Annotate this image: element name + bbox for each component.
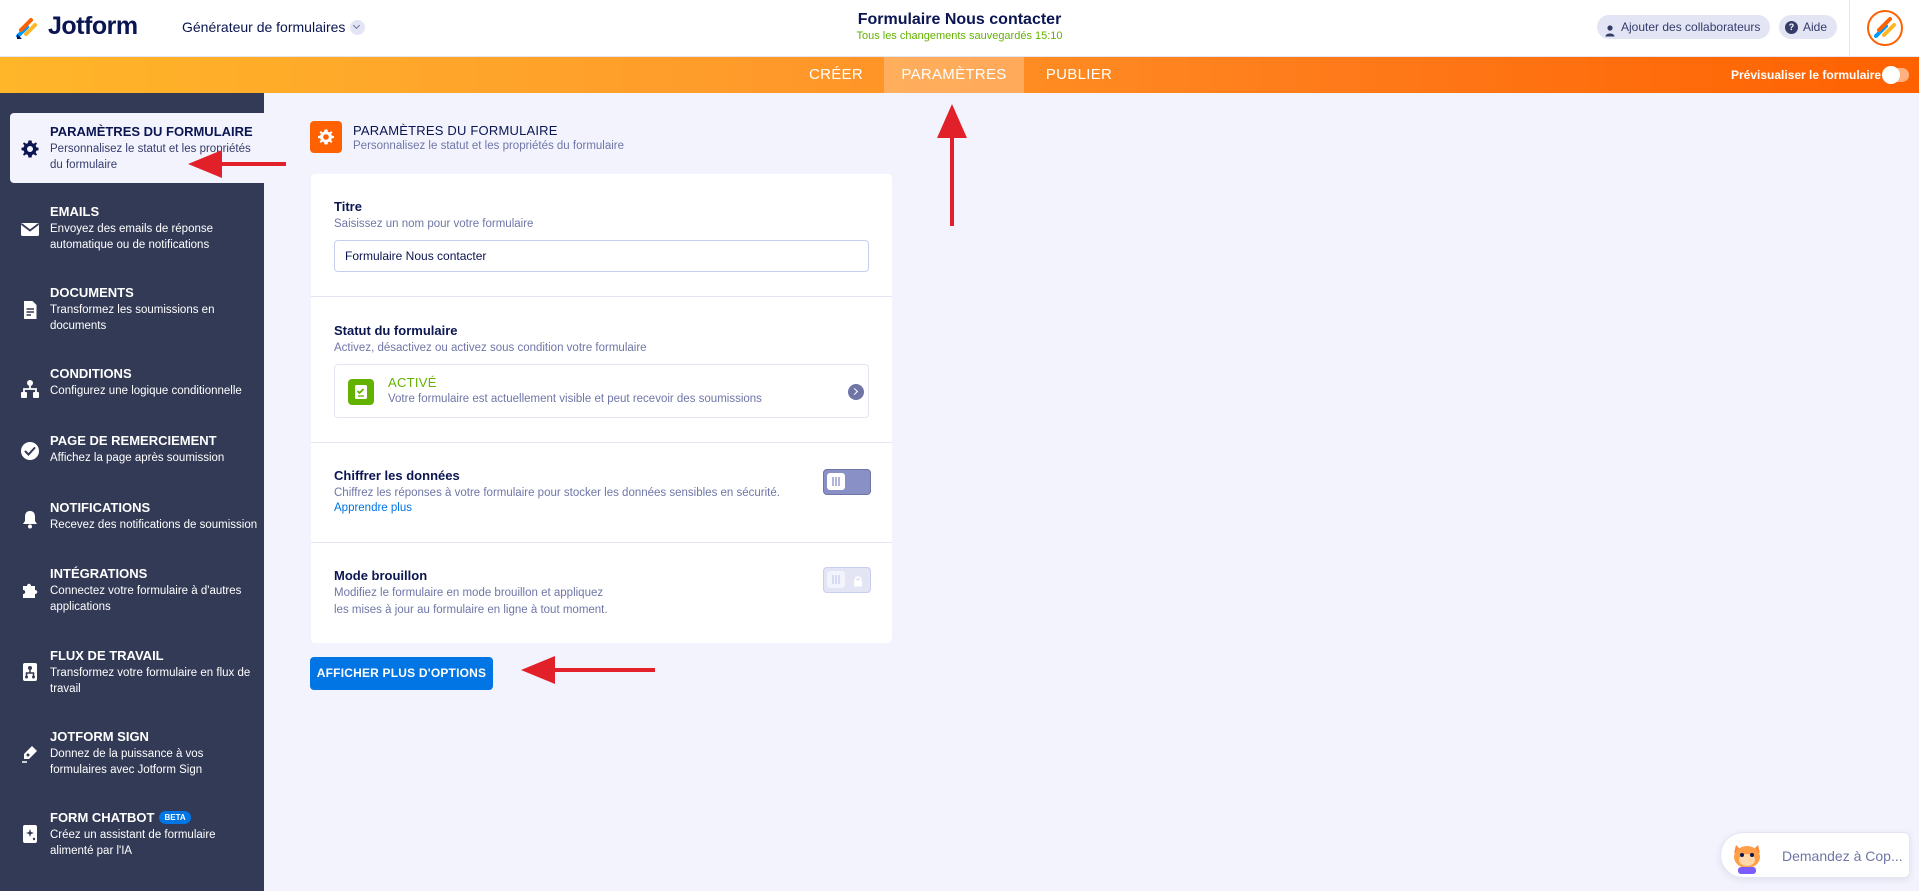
sidebar-item-title: FLUX DE TRAVAIL [50,648,164,663]
draft-mode-toggle[interactable] [823,567,871,593]
status-label: Statut du formulaire [334,323,458,338]
title-hint: Saisissez un nom pour votre formulaire [334,218,534,230]
sidebar-item-documents[interactable]: DOCUMENTS Transformez les soumissions en… [0,282,264,332]
question-icon: ? [1785,21,1798,34]
divider [311,542,892,543]
workflow-icon [20,662,40,682]
sidebar-item-emails[interactable]: EMAILS Envoyez des emails de réponse aut… [0,201,264,251]
show-more-options-button[interactable]: AFFICHER PLUS D'OPTIONS [310,657,493,690]
section-title: PARAMÈTRES DU FORMULAIRE [353,123,558,138]
sidebar-item-title: DOCUMENTS [50,285,134,300]
top-bar: Jotform Générateur de formulaires Formul… [0,0,1919,57]
sidebar-item-title: PARAMÈTRES DU FORMULAIRE [50,124,253,139]
hierarchy-icon [20,379,40,399]
sidebar-item-desc: Connectez votre formulaire à d'autres ap… [50,585,242,613]
user-icon [1605,21,1615,37]
brand-name: Jotform [48,12,138,40]
title-label: Titre [334,199,362,214]
divider [311,296,892,297]
builder-dropdown-label: Générateur de formulaires [182,19,346,35]
ai-copilot-button[interactable]: Demandez à Cop... [1720,832,1910,878]
envelope-icon [20,219,40,239]
draft-hint-line1: Modifiez le formulaire en mode brouillon… [334,587,604,599]
check-circle-icon [20,441,40,461]
sidebar-item-notifications[interactable]: NOTIFICATIONS Recevez des notifications … [0,497,264,537]
sidebar-item-desc: Envoyez des emails de réponse automatiqu… [50,223,214,251]
builder-dropdown[interactable]: Générateur de formulaires [182,19,366,35]
copilot-label: Demandez à Cop... [1782,848,1903,864]
add-collaborators-button[interactable]: Ajouter des collaborateurs [1597,15,1771,39]
form-title-input[interactable] [334,240,869,272]
sidebar-item-desc: Transformez les soumissions en documents [50,304,215,332]
tab-settings[interactable]: PARAMÈTRES [884,57,1024,93]
sidebar-item-desc: Recevez des notifications de soumission [50,519,258,531]
lock-icon [852,574,864,587]
preview-toggle[interactable] [1882,66,1909,84]
section-subtitle: Personnalisez le statut et les propriété… [353,140,625,152]
chatbot-icon [20,824,40,844]
jotform-logo-icon [14,14,40,40]
learn-more-link[interactable]: Apprendre plus [334,502,412,514]
pen-icon [20,743,40,763]
encrypt-hint: Chiffrez les réponses à votre formulaire… [334,487,780,499]
active-form-icon [348,379,374,405]
sidebar-item-title: EMAILS [50,204,100,219]
sidebar-item-integrations[interactable]: INTÉGRATIONS Connectez votre formulaire … [0,563,264,613]
sidebar-item-title: CONDITIONS [50,366,132,381]
document-icon [20,300,40,320]
toggle-knob [827,571,845,588]
sidebar-item-title: INTÉGRATIONS [50,566,148,581]
divider [311,442,892,443]
preview-form-label: Prévisualiser le formulaire [1731,68,1882,82]
sidebar-item-desc: Donnez de la puissance à vos formulaires… [50,748,204,776]
settings-card: Titre Saisissez un nom pour votre formul… [311,174,892,643]
sidebar-item-thank-you-page[interactable]: PAGE DE REMERCIEMENT Affichez la page ap… [0,430,264,470]
status-value-desc: Votre formulaire est actuellement visibl… [388,393,762,405]
status-value: ACTIVÉ [388,375,437,390]
sidebar-item-desc: Affichez la page après soumission [50,452,225,464]
add-collaborators-label: Ajouter des collaborateurs [1621,20,1761,34]
sidebar-item-form-chatbot[interactable]: FORM CHATBOT BETA Créez un assistant de f… [0,807,264,857]
draft-hint-line2: les mises à jour au formulaire en ligne … [334,604,608,616]
help-button[interactable]: ? Aide [1779,15,1838,39]
sidebar-item-conditions[interactable]: CONDITIONS Configurez une logique condit… [0,363,264,403]
tab-create[interactable]: CRÉER [790,57,882,93]
sidebar-item-workflow[interactable]: FLUX DE TRAVAIL Transformez votre formul… [0,645,264,695]
sidebar-item-desc: Transformez votre formulaire en flux de … [50,667,251,695]
sidebar-item-title: NOTIFICATIONS [50,500,151,515]
preview-toggle-knob [1882,66,1900,84]
help-label: Aide [1803,20,1828,34]
avatar[interactable] [1867,10,1903,46]
jotform-logo[interactable]: Jotform [14,12,138,41]
annotation-arrow-up-icon [937,104,967,226]
tab-publish[interactable]: PUBLIER [1026,57,1132,93]
account-menu[interactable] [1849,0,1919,57]
bell-icon [20,509,40,529]
beta-badge: BETA [159,811,191,824]
chevron-down-icon [350,19,366,35]
annotation-arrow-left-icon [188,150,286,178]
encrypt-toggle[interactable] [823,469,871,495]
sidebar-item-title: JOTFORM SIGN [50,729,149,744]
annotation-arrow-left-icon [521,656,655,684]
settings-sidebar: PARAMÈTRES DU FORMULAIRE Personnalisez l… [0,93,264,891]
copilot-mascot-icon [1728,837,1766,875]
sidebar-item-desc: Créez un assistant de formulaire aliment… [50,829,216,857]
gear-icon [310,121,342,153]
encrypt-label: Chiffrer les données [334,468,460,483]
puzzle-icon [20,580,40,600]
builder-nav: CRÉER PARAMÈTRES PUBLIER Prévisualiser l… [0,57,1919,93]
chevron-right-icon [848,384,864,400]
sidebar-item-desc: Configurez une logique conditionnelle [50,385,242,397]
sidebar-item-jotform-sign[interactable]: JOTFORM SIGN Donnez de la puissance à vo… [0,726,264,776]
sidebar-item-title-text: FORM CHATBOT [50,810,155,825]
draft-label: Mode brouillon [334,568,428,583]
status-hint: Activez, désactivez ou activez sous cond… [334,342,647,354]
gear-icon [20,139,40,159]
form-status-selector[interactable]: ACTIVÉ Votre formulaire est actuellement… [334,364,869,418]
sidebar-item-title: PAGE DE REMERCIEMENT [50,433,217,448]
toggle-knob [827,473,845,490]
sidebar-item-title: FORM CHATBOT BETA [50,810,191,825]
